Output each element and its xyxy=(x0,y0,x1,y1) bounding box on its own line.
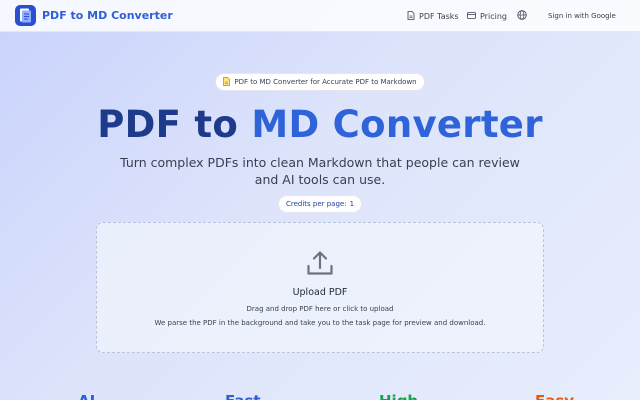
feature-title-ai: AI xyxy=(78,392,95,400)
feature-title-high: High xyxy=(379,392,418,400)
upload-icon[interactable] xyxy=(305,248,335,278)
hero-badge: PDF to MD Converter for Accurate PDF to … xyxy=(215,73,425,91)
feature-title-easy: Easy xyxy=(535,392,574,400)
upload-description: We parse the PDF in the background and t… xyxy=(154,319,486,327)
globe-icon xyxy=(517,10,527,22)
document-logo-icon[interactable] xyxy=(15,5,36,26)
page-title-part1: PDF to xyxy=(97,103,239,146)
upload-hint: Drag and drop PDF here or click to uploa… xyxy=(246,305,394,313)
top-header: PDF to MD Converter PDF Tasks Pricing Si… xyxy=(0,0,640,32)
credits-label: Credits per page: xyxy=(285,200,347,208)
hero-badge-text: PDF to MD Converter for Accurate PDF to … xyxy=(234,78,417,86)
brand-name[interactable]: PDF to MD Converter xyxy=(42,9,173,22)
nav-pricing-label: Pricing xyxy=(480,11,507,21)
credits-badge: Credits per page: 1 xyxy=(278,195,362,213)
upload-label[interactable]: Upload PDF xyxy=(0,287,640,298)
nav-pdf-tasks-label: PDF Tasks xyxy=(419,11,459,21)
page-title-part2: MD Converter xyxy=(251,103,543,146)
nav-pricing[interactable]: Pricing xyxy=(467,9,507,23)
sign-in-button[interactable]: Sign in with Google xyxy=(548,9,616,23)
document-icon xyxy=(223,76,231,88)
document-icon xyxy=(407,10,415,22)
credits-value: 1 xyxy=(349,200,355,208)
card-icon xyxy=(467,11,476,21)
nav-pdf-tasks[interactable]: PDF Tasks xyxy=(407,9,459,23)
page-title: PDF to MD Converter xyxy=(0,103,640,146)
language-button[interactable] xyxy=(517,9,527,23)
page-subtitle: Turn complex PDFs into clean Markdown th… xyxy=(120,155,520,187)
feature-title-fast: Fast xyxy=(225,392,261,400)
